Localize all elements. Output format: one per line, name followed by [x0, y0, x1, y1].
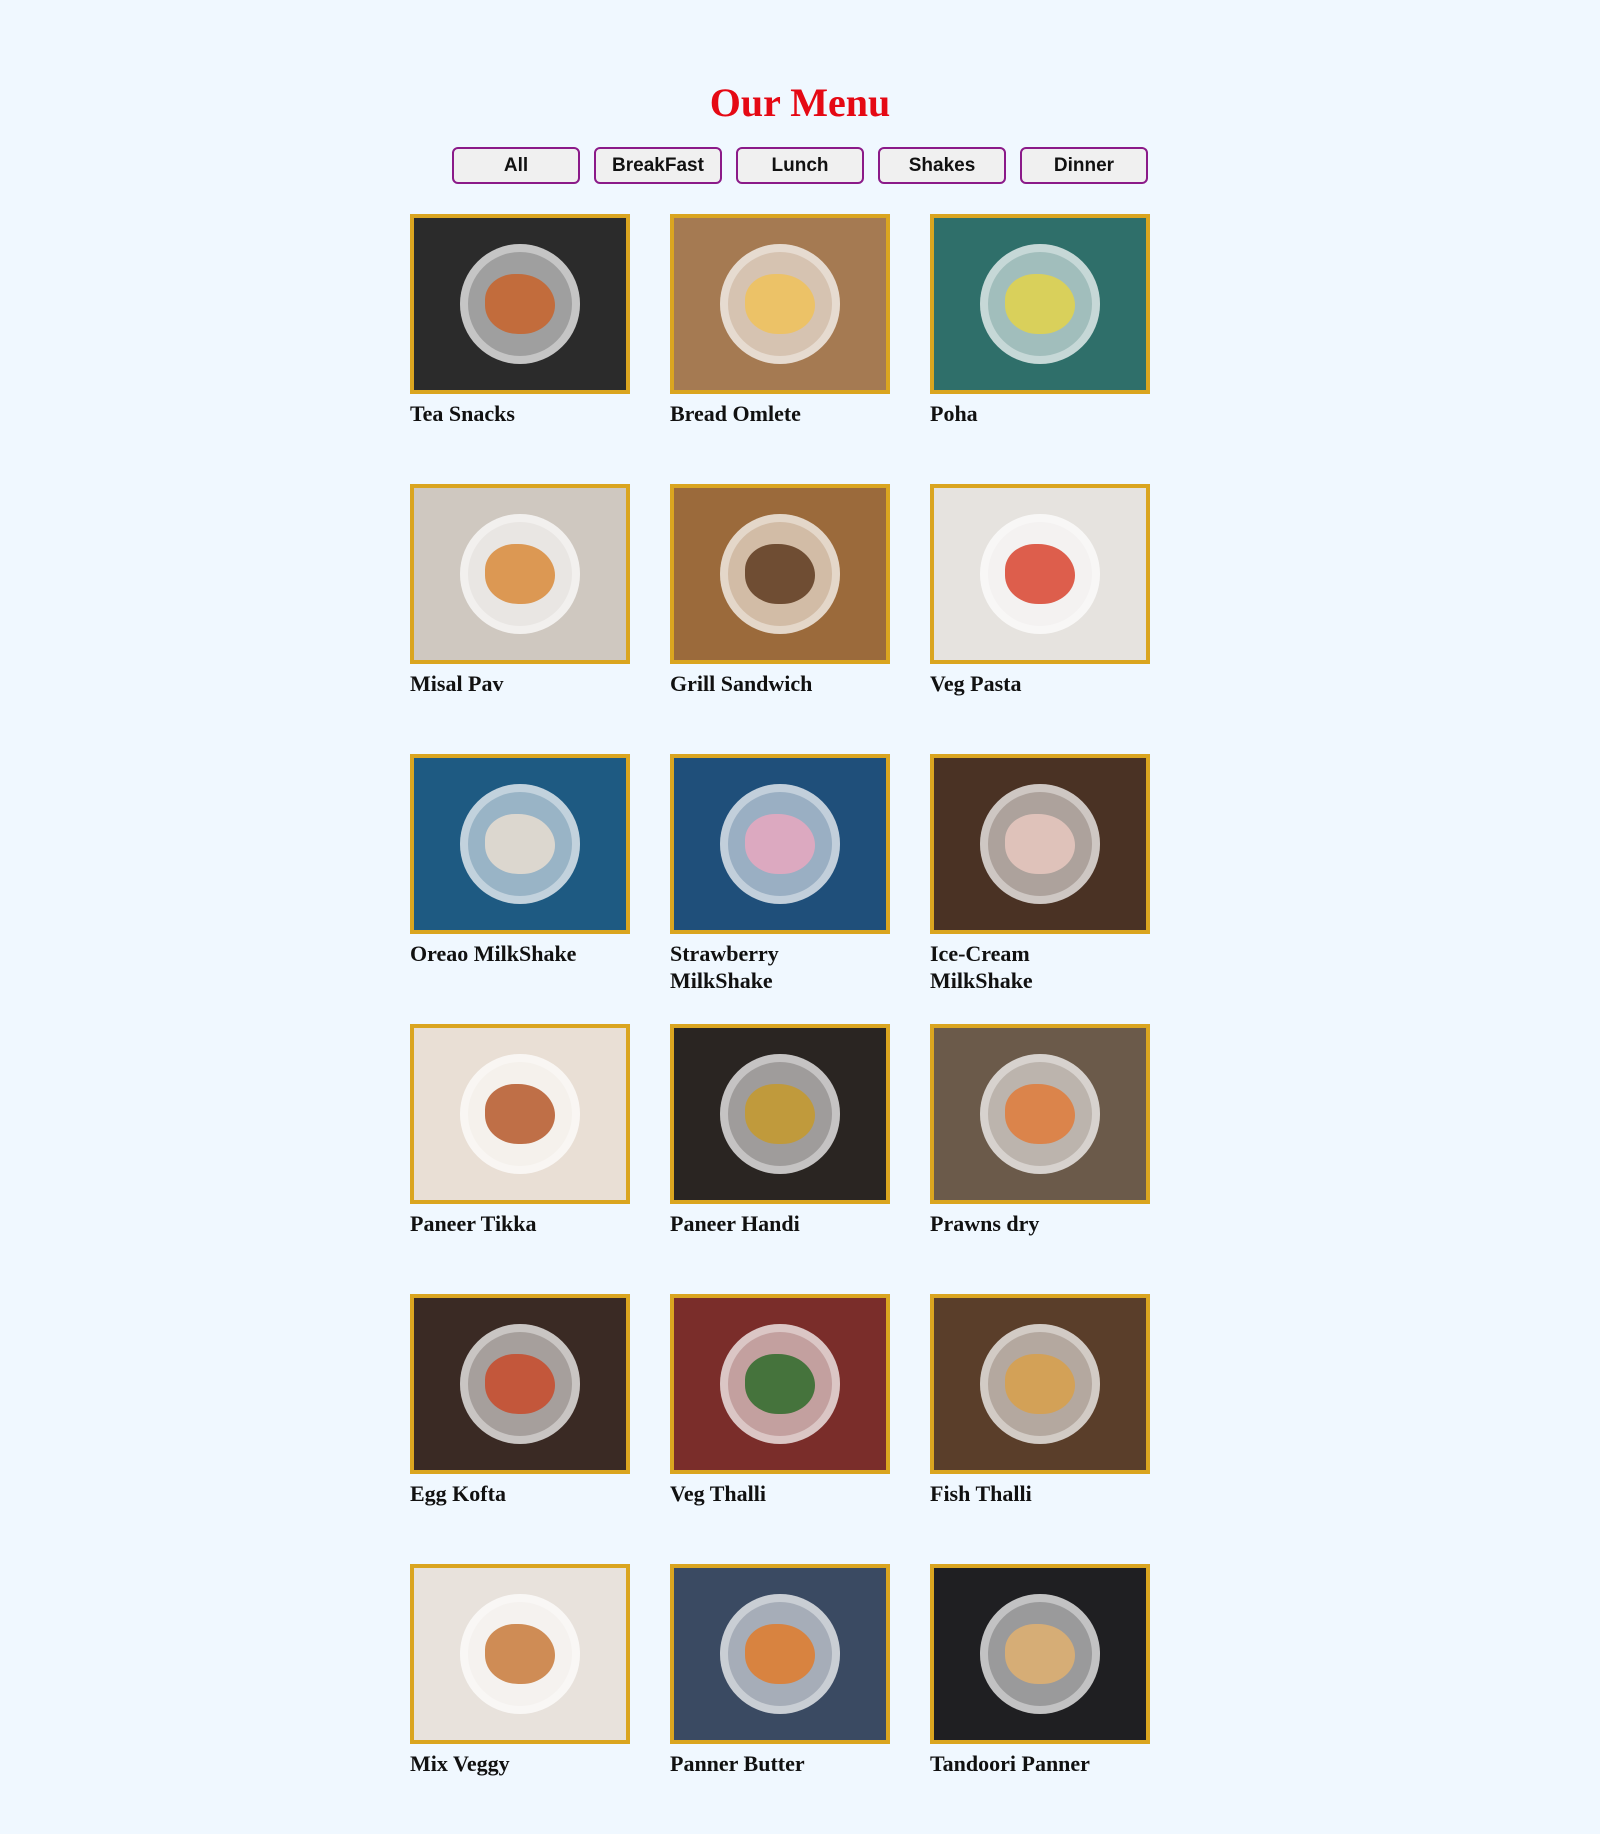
- menu-item-name: Bread Omlete: [670, 401, 801, 426]
- filter-shakes-button[interactable]: Shakes: [878, 147, 1006, 184]
- menu-item-image: [670, 1564, 890, 1744]
- menu-item-fish-thalli[interactable]: Fish Thalli: [930, 1294, 1150, 1564]
- menu-item-name: Panner Butter: [670, 1751, 805, 1776]
- menu-item-tea-snacks[interactable]: Tea Snacks: [410, 214, 630, 484]
- filter-lunch-button[interactable]: Lunch: [736, 147, 864, 184]
- menu-item-name: Tea Snacks: [410, 401, 515, 426]
- page-title: Our Menu: [709, 80, 891, 125]
- menu-item-image: [410, 1564, 630, 1744]
- menu-item-image: [410, 1024, 630, 1204]
- menu-item-name: Prawns dry: [930, 1211, 1040, 1236]
- menu-item-image: [930, 1024, 1150, 1204]
- menu-item-bread-omlete[interactable]: Bread Omlete: [670, 214, 890, 484]
- filter-bar: All BreakFast Lunch Shakes Dinner: [452, 147, 1148, 184]
- menu-item-grill-sandwich[interactable]: Grill Sandwich: [670, 484, 890, 754]
- menu-item-mix-veggy[interactable]: Mix Veggy: [410, 1564, 630, 1834]
- menu-item-image: [410, 484, 630, 664]
- menu-item-name: Tandoori Panner: [930, 1751, 1090, 1776]
- menu-item-paneer-tikka[interactable]: Paneer Tikka: [410, 1024, 630, 1294]
- menu-item-name: Veg Pasta: [930, 671, 1022, 696]
- menu-item-image: [930, 1564, 1150, 1744]
- menu-item-image: [670, 1294, 890, 1474]
- menu-item-name: Poha: [930, 401, 978, 426]
- menu-item-name: Paneer Handi: [670, 1211, 800, 1236]
- menu-item-panner-butter[interactable]: Panner Butter: [670, 1564, 890, 1834]
- menu-item-veg-thalli[interactable]: Veg Thalli: [670, 1294, 890, 1564]
- menu-item-paneer-handi[interactable]: Paneer Handi: [670, 1024, 890, 1294]
- menu-item-image: [670, 754, 890, 934]
- filter-dinner-button[interactable]: Dinner: [1020, 147, 1148, 184]
- menu-item-image: [670, 1024, 890, 1204]
- filter-all-button[interactable]: All: [452, 147, 580, 184]
- menu-item-name: Oreao MilkShake: [410, 941, 577, 966]
- menu-item-name: Mix Veggy: [410, 1751, 510, 1776]
- menu-item-name: Paneer Tikka: [410, 1211, 537, 1236]
- menu-item-image: [670, 214, 890, 394]
- menu-item-oreao-milkshake[interactable]: Oreao MilkShake: [410, 754, 630, 1024]
- menu-item-image: [930, 754, 1150, 934]
- menu-item-image: [410, 754, 630, 934]
- menu-item-name: Ice-Cream MilkShake: [930, 941, 1033, 993]
- menu-item-name: Grill Sandwich: [670, 671, 813, 696]
- menu-item-egg-kofta[interactable]: Egg Kofta: [410, 1294, 630, 1564]
- menu-item-image: [410, 1294, 630, 1474]
- menu-item-image: [410, 214, 630, 394]
- menu-item-name: Misal Pav: [410, 671, 504, 696]
- menu-item-name: Egg Kofta: [410, 1481, 506, 1506]
- menu-item-tandoori-panner[interactable]: Tandoori Panner: [930, 1564, 1150, 1834]
- menu-item-ice-cream-milkshake[interactable]: Ice-Cream MilkShake: [930, 754, 1150, 1024]
- menu-item-name: Strawberry MilkShake: [670, 941, 779, 993]
- menu-item-poha[interactable]: Poha: [930, 214, 1150, 484]
- menu-item-image: [930, 1294, 1150, 1474]
- menu-item-image: [930, 214, 1150, 394]
- menu-grid: Tea Snacks Bread Omlete Poha Misal Pav G…: [410, 214, 1150, 1834]
- menu-item-image: [930, 484, 1150, 664]
- menu-item-misal-pav[interactable]: Misal Pav: [410, 484, 630, 754]
- menu-item-image: [670, 484, 890, 664]
- filter-breakfast-button[interactable]: BreakFast: [594, 147, 722, 184]
- menu-item-name: Fish Thalli: [930, 1481, 1032, 1506]
- menu-item-veg-pasta[interactable]: Veg Pasta: [930, 484, 1150, 754]
- menu-item-prawns-dry[interactable]: Prawns dry: [930, 1024, 1150, 1294]
- menu-item-strawberry-milkshake[interactable]: Strawberry MilkShake: [670, 754, 890, 1024]
- menu-item-name: Veg Thalli: [670, 1481, 766, 1506]
